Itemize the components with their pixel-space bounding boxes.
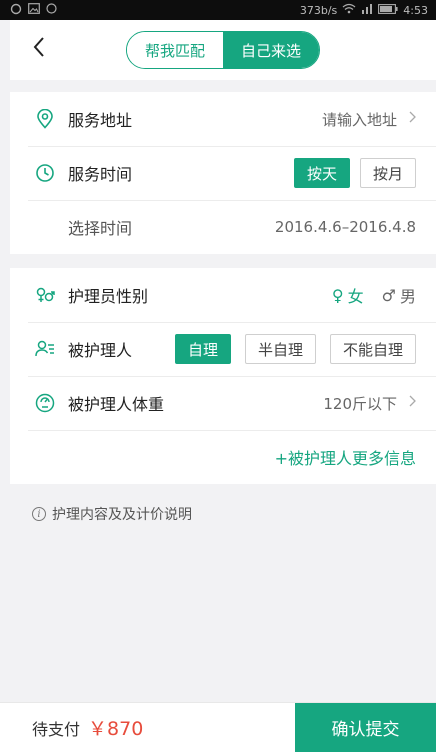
caregiver-gender-row: 护理员性别 ♀ 女 ♂ 男: [10, 268, 436, 322]
select-time-row[interactable]: 选择时间 2016.4.6–2016.4.8: [10, 200, 436, 254]
tab-match-for-me[interactable]: 帮我匹配: [127, 32, 223, 68]
care-unable-button[interactable]: 不能自理: [329, 334, 416, 364]
gender-female-option[interactable]: ♀ 女: [332, 283, 364, 307]
female-icon: ♀: [331, 285, 344, 305]
gender-male-option[interactable]: ♂ 男: [382, 283, 416, 307]
care-level-options: 自理 半自理 不能自理: [174, 334, 416, 364]
row-indent: [34, 216, 56, 238]
top-bar: 帮我匹配 自己来选: [10, 20, 436, 80]
clock-icon: [34, 162, 56, 184]
mode-segmented-control: 帮我匹配 自己来选: [126, 31, 320, 69]
select-time-value: 2016.4.6–2016.4.8: [274, 218, 416, 236]
time-mode-options: 按天 按月: [293, 158, 416, 188]
more-info-row: +被护理人更多信息: [10, 430, 436, 484]
weight-value-wrap: 120斤以下: [323, 393, 416, 414]
address-placeholder: 请输入地址: [321, 110, 397, 129]
pricing-note-text: 护理内容及及计价说明: [52, 507, 192, 523]
status-left: [10, 3, 57, 18]
male-icon: ♂: [381, 285, 396, 305]
battery-icon: [378, 3, 398, 17]
signal-icon: [361, 3, 373, 17]
weight-value: 120斤以下: [323, 394, 397, 413]
bottom-bar: 待支付 ￥870 确认提交: [0, 702, 436, 752]
scale-icon: [34, 392, 56, 414]
notification-icon: [10, 3, 22, 18]
back-button[interactable]: [24, 34, 54, 64]
pricing-note[interactable]: i 护理内容及及计价说明: [32, 504, 192, 524]
status-right: 373b/s 4:53: [300, 3, 428, 17]
select-time-label: 选择时间: [68, 219, 133, 238]
caregiver-gender-label: 护理员性别: [68, 287, 149, 306]
address-value[interactable]: 请输入地址: [322, 109, 416, 130]
chevron-right-icon: [409, 111, 416, 127]
chevron-right-icon: [409, 395, 416, 411]
service-time-label: 服务时间: [68, 165, 133, 184]
patient-card: 护理员性别 ♀ 女 ♂ 男 被护理人 自理 半自理 不能自理 被护理人体重 12…: [10, 268, 436, 484]
gender-options: ♀ 女 ♂ 男: [332, 283, 416, 307]
gender-female-label: 女: [347, 287, 364, 306]
location-pin-icon: [34, 108, 56, 130]
wifi-icon: [342, 3, 356, 17]
chevron-left-icon: [32, 36, 46, 62]
info-icon: i: [32, 507, 46, 521]
pay-label: 待支付: [32, 719, 81, 739]
service-time-row: 服务时间 按天 按月: [10, 146, 436, 200]
gender-male-label: 男: [399, 287, 416, 306]
time-by-day-button[interactable]: 按天: [293, 158, 350, 188]
time-by-month-button[interactable]: 按月: [359, 158, 416, 188]
weight-row[interactable]: 被护理人体重 120斤以下: [10, 376, 436, 430]
gender-icon: [34, 284, 56, 306]
status-bar: 373b/s 4:53: [0, 0, 436, 20]
select-time-value-wrap: 2016.4.6–2016.4.8: [275, 218, 416, 236]
payment-summary: 待支付 ￥870: [0, 703, 295, 752]
service-card: 服务地址 请输入地址 服务时间 按天 按月 选择时间 2016.4.6–2016…: [10, 92, 436, 254]
clock-time: 4:53: [403, 3, 428, 17]
care-recipient-row: 被护理人 自理 半自理 不能自理: [10, 322, 436, 376]
tab-choose-myself[interactable]: 自己来选: [223, 32, 319, 68]
address-label: 服务地址: [68, 111, 133, 130]
network-speed: 373b/s: [299, 3, 338, 17]
gallery-icon: [28, 3, 40, 17]
person-list-icon: [34, 338, 56, 360]
circle-icon: [46, 3, 57, 17]
care-semi-button[interactable]: 半自理: [244, 334, 316, 364]
care-self-button[interactable]: 自理: [174, 334, 231, 364]
submit-button[interactable]: 确认提交: [295, 703, 436, 752]
address-row[interactable]: 服务地址 请输入地址: [10, 92, 436, 146]
more-info-link[interactable]: +被护理人更多信息: [275, 445, 416, 469]
care-recipient-label: 被护理人: [68, 341, 133, 360]
pay-amount: ￥870: [88, 718, 144, 740]
weight-label: 被护理人体重: [68, 395, 165, 414]
